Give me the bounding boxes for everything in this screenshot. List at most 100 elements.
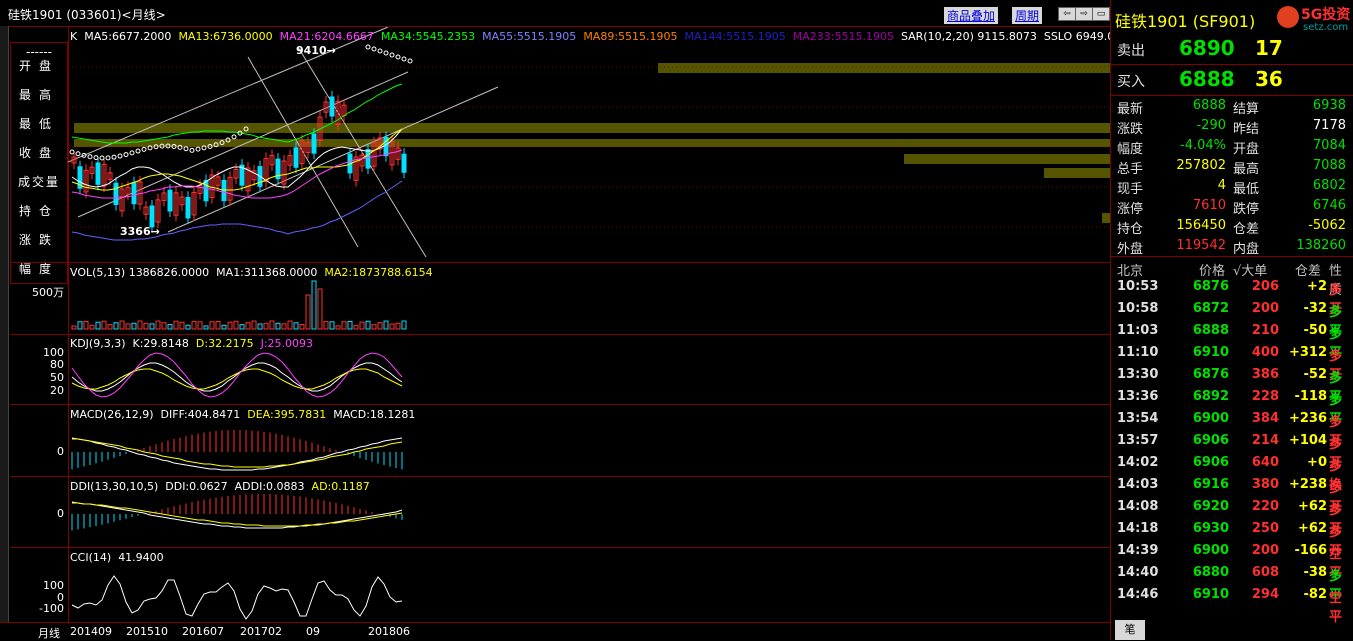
volume-bar [281, 323, 287, 330]
macd-diff-line [71, 437, 403, 471]
tick-cell: 14:08 [1117, 499, 1159, 514]
tick-cell: -82 [1303, 587, 1328, 602]
tick-header-oi: 仓差 [1295, 264, 1322, 279]
menu-item-position[interactable]: 持仓 [11, 202, 67, 219]
quote-row: 持仓 156450 仓差 -5062 [1111, 218, 1353, 238]
period-button[interactable]: 周期 [1012, 7, 1043, 24]
ad-line [72, 502, 403, 527]
window-title: 硅铁1901 (033601)<月线> [8, 8, 166, 22]
menu-item-volume[interactable]: 成交量 [11, 173, 67, 190]
tick-cell: 10:53 [1117, 279, 1159, 294]
menu-item-change[interactable]: 涨跌 [11, 231, 67, 248]
tick-row[interactable]: 14:18 6930 250 +62 多开 [1111, 521, 1353, 559]
volume-bar [161, 322, 167, 330]
volume-bar [209, 321, 215, 330]
tick-cell: +238 [1288, 477, 1327, 492]
volume-bar [239, 324, 245, 330]
menu-item-high[interactable]: 最高 [11, 86, 67, 103]
macd-yaxis-zero: 0 [57, 445, 64, 458]
vol-ma2: MA2:1873788.6154 [324, 266, 433, 279]
next-icon[interactable]: ⇨ [1075, 7, 1093, 21]
sar-dot [401, 56, 407, 62]
sar-dot [117, 153, 123, 159]
quote-cell: 最新 [1117, 102, 1144, 117]
tick-cell: 14:18 [1117, 521, 1159, 536]
volume-bar [269, 320, 275, 330]
volume-bar [389, 323, 395, 330]
cci-name: CCI(14) [70, 551, 112, 564]
tick-header-vol: √大单 [1233, 264, 1268, 279]
price-band [658, 63, 1110, 73]
quote-panel: 硅铁1901 (SF901) 5G投资 setz.com 卖出 6890 17 … [1110, 0, 1353, 640]
tick-row[interactable]: 14:02 6906 640 +0 多换 [1111, 455, 1353, 493]
buy-qty: 36 [1255, 67, 1283, 91]
tick-cell: 608 [1251, 565, 1279, 580]
sar-dot [395, 54, 401, 60]
tick-cell: 6876 [1192, 279, 1229, 294]
logo-icon [1277, 6, 1299, 28]
low-price-value: 3366 [120, 225, 151, 238]
tick-row[interactable]: 10:53 6876 206 +2 多开 [1111, 279, 1353, 317]
sar-dot [377, 48, 383, 54]
quote-sep-2 [1111, 95, 1353, 96]
tick-cell: +0 [1307, 455, 1327, 470]
tick-cell: 250 [1251, 521, 1279, 536]
tick-cell: 6892 [1192, 389, 1229, 404]
tick-row[interactable]: 11:10 6910 400 +312 多开 [1111, 345, 1353, 383]
tick-row[interactable]: 11:03 6888 210 -50 多平 [1111, 323, 1353, 361]
tick-row[interactable]: 13:57 6906 214 +104 多开 [1111, 433, 1353, 471]
kline-chart[interactable] [68, 27, 1110, 622]
volume-bar [77, 321, 83, 330]
tick-row[interactable]: 14:46 6910 294 -82 空平 [1111, 587, 1353, 625]
tick-row[interactable]: 13:54 6900 384 +236 多开 [1111, 411, 1353, 449]
x-label-0: 201409 [70, 625, 112, 638]
prev-icon[interactable]: ⇦ [1058, 7, 1076, 21]
sell-price: 6890 [1179, 36, 1235, 60]
quote-cell: 仓差 [1233, 222, 1260, 237]
candle-body [95, 162, 101, 185]
tick-row[interactable]: 14:08 6920 220 +62 多开 [1111, 499, 1353, 537]
tick-cell: 14:39 [1117, 543, 1159, 558]
restore-icon[interactable]: ▭ [1092, 7, 1110, 21]
menu-item-low[interactable]: 最低 [11, 115, 67, 132]
overlay-button[interactable]: 商品叠加 [944, 7, 999, 24]
tick-cell: 6920 [1192, 499, 1229, 514]
volume-bar [293, 322, 299, 330]
tick-row[interactable]: 14:03 6916 380 +238 多开 [1111, 477, 1353, 515]
left-scroll-strip[interactable] [0, 26, 9, 622]
tick-row[interactable]: 13:30 6876 386 -52 多平 [1111, 367, 1353, 405]
sar-dot [407, 58, 413, 64]
tick-tab[interactable]: 笔 [1115, 620, 1145, 640]
menu-item-open[interactable]: 开盘 [11, 57, 67, 74]
tick-row[interactable]: 14:39 6900 200 -166 空平 [1111, 543, 1353, 581]
tick-header: 北京 价格 √大单 仓差 性质 [1111, 258, 1353, 298]
candle-body [311, 133, 317, 154]
tick-cell: 386 [1251, 367, 1279, 382]
tick-cell: 640 [1251, 455, 1279, 470]
candle-body [167, 189, 173, 212]
sell-row: 卖出 6890 17 [1115, 36, 1351, 64]
quote-cell: 开盘 [1233, 142, 1260, 157]
quote-cell: 幅度 [1117, 142, 1144, 157]
volume-bar [143, 322, 149, 330]
ma5-label: MA5:6677.2000 [84, 30, 172, 43]
ma55-label: MA55:5515.1905 [482, 30, 577, 43]
quote-cell: 4 [1217, 178, 1226, 193]
volume-bar [173, 320, 179, 330]
menu-item-close[interactable]: 收盘 [11, 144, 67, 161]
cci-line [71, 575, 403, 620]
kdj-yaxis-50: 50 [50, 371, 64, 384]
candle-body [149, 205, 155, 228]
tick-row[interactable]: 14:40 6880 608 -38 多平 [1111, 565, 1353, 603]
x-label-2: 201607 [182, 625, 224, 638]
sar-dot [371, 46, 377, 52]
quote-cell: 6802 [1312, 178, 1346, 193]
tick-cell: +236 [1288, 411, 1327, 426]
volume-bar [155, 320, 161, 330]
tick-row[interactable]: 13:36 6892 228 -118 多平 [1111, 389, 1353, 427]
quote-cell: 6888 [1192, 98, 1226, 113]
volume-bar [323, 320, 329, 330]
tick-row[interactable]: 10:58 6872 200 -32 多平 [1111, 301, 1353, 339]
quote-cell: -5062 [1308, 218, 1346, 233]
volume-bar [251, 320, 257, 330]
